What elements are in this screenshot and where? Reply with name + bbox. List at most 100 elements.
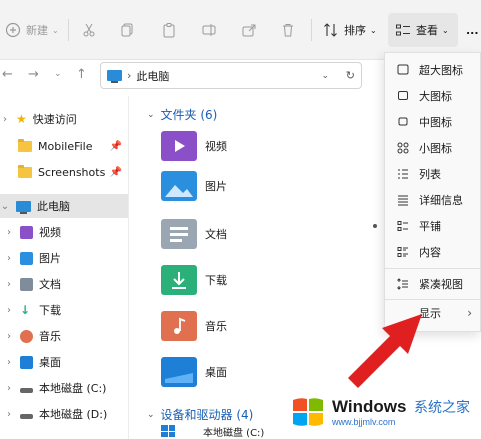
- sidebar-item-this-pc[interactable]: ⌄ 此电脑: [0, 194, 128, 218]
- sidebar-item-drive-d[interactable]: › 本地磁盘 (D:): [0, 402, 128, 426]
- sidebar-item-label: 视频: [39, 226, 61, 239]
- device-drive-c[interactable]: 本地磁盘 (C:): [161, 422, 264, 439]
- new-label: 新建: [26, 24, 48, 37]
- rename-button[interactable]: [200, 15, 218, 45]
- menu-item-compact-view[interactable]: 紧凑视图: [385, 271, 481, 297]
- sidebar-item-label: MobileFile: [38, 139, 93, 153]
- selected-bullet-icon: [373, 224, 377, 228]
- menu-item-label: 大图标: [419, 90, 452, 103]
- devices-section-header[interactable]: ⌄ 设备和驱动器 (4): [147, 406, 253, 423]
- folder-icon: [18, 164, 32, 178]
- folder-pictures[interactable]: 图片: [161, 168, 227, 204]
- new-button[interactable]: 新建 ⌄: [4, 15, 59, 45]
- scissors-icon: [80, 21, 98, 39]
- sidebar-item-videos[interactable]: › 视频: [0, 220, 128, 244]
- share-button[interactable]: [240, 15, 258, 45]
- sidebar-item-downloads[interactable]: › ↓ 下载: [0, 298, 128, 322]
- menu-item-label: 内容: [419, 246, 441, 259]
- sidebar-item-mobilefile[interactable]: MobileFile 📌: [0, 134, 128, 158]
- expand-chevron-icon[interactable]: ›: [4, 357, 14, 368]
- folder-videos[interactable]: 视频: [161, 128, 227, 164]
- view-button[interactable]: 查看 ⌄: [394, 15, 449, 45]
- tiles-icon: [397, 220, 409, 232]
- collapse-chevron-icon[interactable]: ⌄: [147, 410, 155, 420]
- breadcrumb-this-pc[interactable]: 此电脑: [136, 68, 169, 84]
- rename-icon: [200, 21, 218, 39]
- up-arrow-icon[interactable]: ↑: [76, 67, 87, 82]
- more-options-button[interactable]: ...: [466, 15, 479, 45]
- sidebar-item-documents[interactable]: › 文档: [0, 272, 128, 296]
- navigation-pane: › ★ 快速访问 MobileFile 📌 Screenshots 📌 ⌄ 此电…: [0, 96, 128, 439]
- menu-item-label: 平铺: [419, 220, 441, 233]
- video-folder-icon: [161, 131, 197, 161]
- breadcrumb-separator: ›: [127, 69, 132, 82]
- address-dropdown-icon[interactable]: ⌄: [321, 71, 329, 81]
- sidebar-item-drive-c[interactable]: › 本地磁盘 (C:): [0, 376, 128, 400]
- plus-circle-icon: [4, 21, 22, 39]
- expand-chevron-icon[interactable]: ›: [4, 305, 14, 316]
- sidebar-item-label: Screenshots: [38, 165, 106, 179]
- watermark-brand: Windows: [332, 397, 407, 416]
- sort-label: 排序: [344, 24, 366, 37]
- expand-chevron-icon[interactable]: ›: [4, 383, 14, 394]
- menu-item-label: 列表: [419, 168, 441, 181]
- folder-music[interactable]: 音乐: [161, 308, 227, 344]
- expand-chevron-icon[interactable]: ›: [4, 331, 14, 342]
- sidebar-item-label: 本地磁盘 (C:): [39, 382, 107, 395]
- folder-label: 文档: [205, 228, 227, 241]
- folder-downloads[interactable]: 下载: [161, 262, 227, 298]
- view-icon: [394, 21, 412, 39]
- menu-item-large-icons[interactable]: 大图标: [385, 83, 481, 109]
- sidebar-item-label: 下载: [39, 304, 61, 317]
- copy-button[interactable]: [118, 15, 136, 45]
- menu-item-small-icons[interactable]: 小图标: [385, 135, 481, 161]
- command-bar: 新建 ⌄ 排序 ⌄ 查看 ⌄ ...: [0, 0, 481, 60]
- expand-chevron-icon[interactable]: ›: [0, 114, 10, 125]
- forward-arrow-icon[interactable]: →: [28, 67, 39, 82]
- menu-item-list[interactable]: 列表: [385, 161, 481, 187]
- watermark: Windows 系统之家 www.bjjmlv.com: [290, 385, 481, 439]
- sidebar-item-label: 本地磁盘 (D:): [39, 408, 108, 421]
- folder-label: 音乐: [205, 320, 227, 333]
- sidebar-item-desktop[interactable]: › 桌面: [0, 350, 128, 374]
- sidebar-item-pictures[interactable]: › 图片: [0, 246, 128, 270]
- menu-item-details[interactable]: 详细信息: [385, 187, 481, 213]
- menu-item-content[interactable]: 内容: [385, 239, 481, 265]
- paste-icon: [160, 21, 178, 39]
- drive-icon: [20, 413, 33, 419]
- documents-icon: [20, 277, 33, 291]
- expand-chevron-icon[interactable]: ›: [4, 227, 14, 238]
- recent-chevron-icon[interactable]: ⌄: [54, 69, 62, 79]
- back-arrow-icon[interactable]: ←: [2, 67, 13, 82]
- menu-item-tiles[interactable]: 平铺: [373, 213, 481, 239]
- sidebar-item-music[interactable]: › 音乐: [0, 324, 128, 348]
- folder-desktop[interactable]: 桌面: [161, 354, 227, 390]
- collapse-chevron-icon[interactable]: ⌄: [147, 110, 155, 120]
- chevron-right-icon: ›: [467, 306, 472, 320]
- menu-item-extra-large-icons[interactable]: 超大图标: [385, 57, 481, 83]
- delete-button[interactable]: [279, 15, 297, 45]
- sidebar-item-label: 此电脑: [37, 200, 70, 213]
- expand-chevron-icon[interactable]: ›: [4, 253, 14, 264]
- sidebar-item-screenshots[interactable]: Screenshots 📌: [0, 160, 128, 184]
- expand-chevron-icon[interactable]: ›: [4, 409, 14, 420]
- folder-icon: [18, 138, 32, 152]
- sidebar-item-label: 音乐: [39, 330, 61, 343]
- view-dropdown-menu: 超大图标 大图标 中图标 小图标 列表 详细信息 平铺 内容 紧凑视图 显示 ›: [373, 52, 481, 332]
- cut-button[interactable]: [80, 15, 98, 45]
- folder-documents[interactable]: 文档: [161, 216, 227, 252]
- pictures-icon: [20, 251, 33, 265]
- sidebar-item-quick-access[interactable]: › ★ 快速访问: [0, 107, 128, 131]
- share-icon: [240, 21, 258, 39]
- view-label: 查看: [416, 24, 438, 37]
- folders-section-header[interactable]: ⌄ 文件夹 (6): [147, 106, 217, 123]
- sort-button[interactable]: 排序 ⌄: [322, 15, 377, 45]
- paste-button[interactable]: [160, 15, 178, 45]
- chevron-down-icon: ⌄: [370, 25, 377, 35]
- pictures-folder-icon: [161, 171, 197, 201]
- refresh-icon[interactable]: ↻: [346, 69, 355, 82]
- menu-item-medium-icons[interactable]: 中图标: [385, 109, 481, 135]
- address-bar[interactable]: › 此电脑 ⌄ ↻: [100, 62, 362, 89]
- collapse-chevron-icon[interactable]: ⌄: [0, 201, 10, 212]
- expand-chevron-icon[interactable]: ›: [4, 279, 14, 290]
